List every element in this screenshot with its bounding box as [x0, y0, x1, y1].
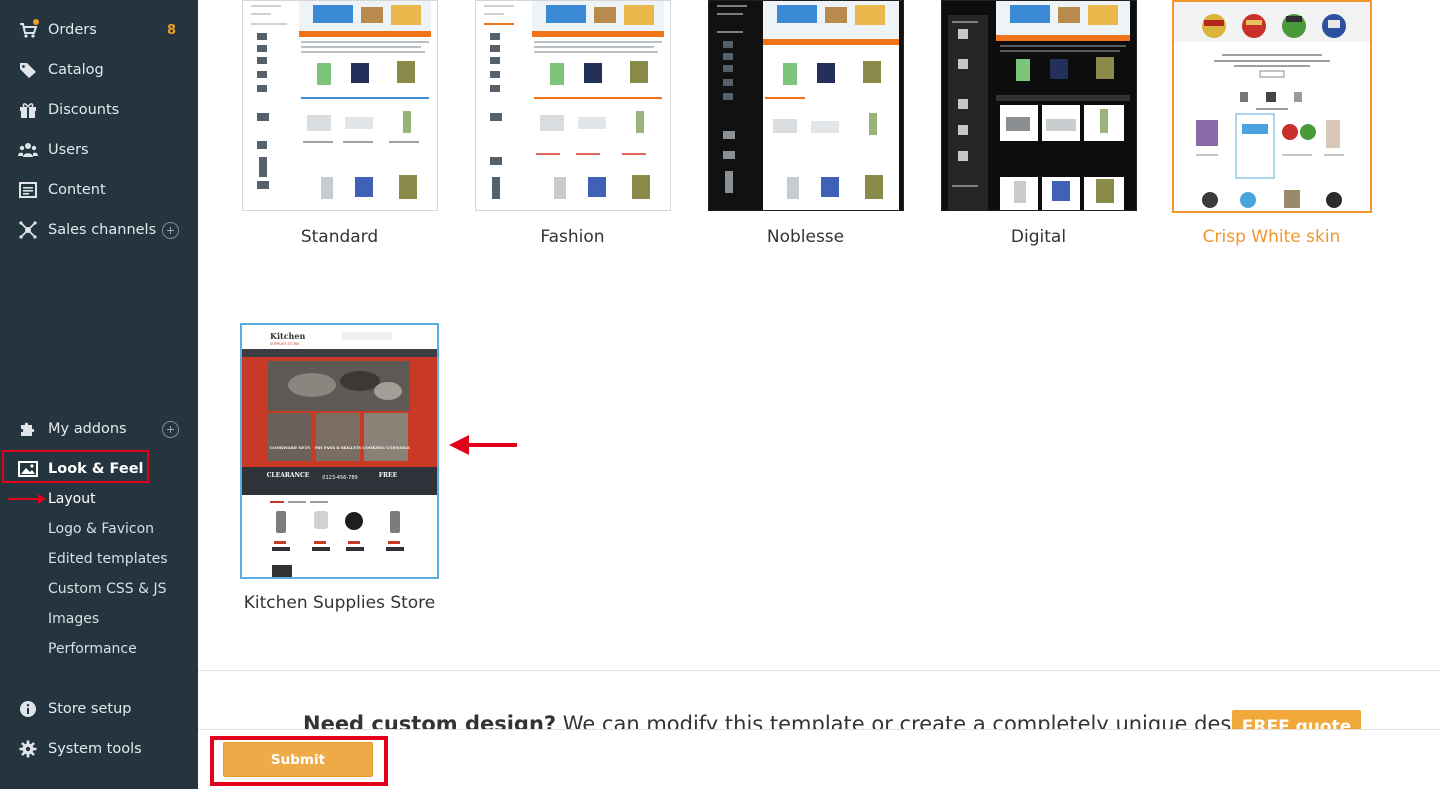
sticky-footer: Submit [198, 729, 1440, 789]
info-icon [18, 700, 38, 718]
sidebar-item-discounts[interactable]: Discounts [0, 90, 198, 130]
sidebar: Orders 8 Catalog Discounts Users Content… [0, 0, 198, 789]
template-thumbnail-standard[interactable] [242, 0, 438, 211]
sidebar-item-content[interactable]: Content [0, 170, 198, 210]
kitchen-card-fry-pans: FRY PANS & SKILLETS [315, 446, 362, 450]
sidebar-item-store-setup[interactable]: Store setup [0, 689, 198, 729]
annotation-arrow-layout [8, 494, 46, 504]
content-icon [18, 181, 38, 199]
kitchen-logo-text: Kitchen [270, 331, 305, 341]
template-name-crisp-white[interactable]: Crisp White skin [1155, 227, 1388, 247]
kitchen-supplies-preview-image: Kitchen SUPPLIES STORE COOKWARE SETS FRY… [242, 325, 437, 577]
template-name-digital[interactable]: Digital [922, 227, 1155, 247]
noblesse-preview-image [709, 1, 903, 210]
template-name-fashion[interactable]: Fashion [456, 227, 689, 247]
section-divider [198, 670, 1440, 671]
template-name-noblesse[interactable]: Noblesse [689, 227, 922, 247]
kitchen-promo-clearance: CLEARANCE [267, 472, 310, 479]
annotation-arrow-kitchen [449, 435, 517, 455]
sidebar-item-label: Content [48, 182, 106, 198]
template-thumbnail-crisp-white[interactable] [1172, 0, 1372, 213]
sidebar-item-system-tools[interactable]: System tools [0, 729, 198, 769]
sales-channels-icon [18, 221, 38, 239]
template-thumbnail-noblesse[interactable] [708, 0, 904, 211]
sidebar-item-label: Store setup [48, 701, 132, 717]
template-name-standard[interactable]: Standard [223, 227, 456, 247]
gift-icon [18, 101, 38, 119]
kitchen-logo-subtitle: SUPPLIES STORE [270, 342, 299, 346]
template-thumbnail-fashion[interactable] [475, 0, 671, 211]
sidebar-item-label: System tools [48, 741, 142, 757]
sidebar-subitem-images[interactable]: Images [48, 604, 99, 634]
annotation-highlight-look-and-feel [2, 450, 149, 483]
kitchen-card-utensils: COOKING UTENSILS [362, 445, 410, 450]
sidebar-subitem-custom-css-js[interactable]: Custom CSS & JS [48, 574, 166, 604]
kitchen-promo-free: FREE [379, 472, 398, 479]
template-name-kitchen-supplies[interactable]: Kitchen Supplies Store [223, 593, 456, 613]
kitchen-card-cookware: COOKWARE SETS [270, 445, 311, 450]
sidebar-item-label: My addons [48, 421, 127, 437]
sidebar-item-label: Catalog [48, 62, 104, 78]
template-thumbnail-digital[interactable] [941, 0, 1137, 211]
sidebar-item-label: Discounts [48, 102, 120, 118]
users-icon [18, 141, 38, 159]
orders-count-badge: 8 [166, 22, 176, 38]
orders-notification-dot [33, 19, 39, 25]
kitchen-promo-phone: 0123-456-789 [322, 475, 357, 481]
standard-preview-image [243, 1, 437, 210]
template-thumbnail-kitchen-supplies[interactable]: Kitchen SUPPLIES STORE COOKWARE SETS FRY… [240, 323, 439, 579]
sidebar-item-label: Orders [48, 22, 97, 38]
sidebar-subitem-layout[interactable]: Layout [48, 484, 96, 514]
add-sales-channel-icon[interactable] [162, 222, 179, 239]
main-content: Standard Fashion Noblesse Digital Crisp … [198, 0, 1440, 789]
sidebar-subitem-logo-favicon[interactable]: Logo & Favicon [48, 514, 154, 544]
annotation-highlight-submit [210, 736, 388, 786]
sidebar-item-label: Users [48, 142, 89, 158]
catalog-icon [18, 61, 38, 79]
puzzle-icon [18, 420, 38, 438]
fashion-preview-image [476, 1, 670, 210]
sidebar-item-my-addons[interactable]: My addons [0, 409, 198, 449]
digital-preview-image [942, 1, 1136, 210]
sidebar-item-label: Sales channels [48, 222, 157, 238]
sidebar-item-catalog[interactable]: Catalog [0, 50, 198, 90]
sidebar-item-orders[interactable]: Orders 8 [0, 10, 198, 50]
sidebar-subitem-performance[interactable]: Performance [48, 634, 137, 664]
add-addon-icon[interactable] [162, 421, 179, 438]
gear-icon [18, 740, 38, 758]
crisp-white-preview-image [1174, 2, 1370, 211]
sidebar-subitem-edited-templates[interactable]: Edited templates [48, 544, 168, 574]
sidebar-item-users[interactable]: Users [0, 130, 198, 170]
sidebar-item-sales-channels[interactable]: Sales channels [0, 210, 198, 250]
